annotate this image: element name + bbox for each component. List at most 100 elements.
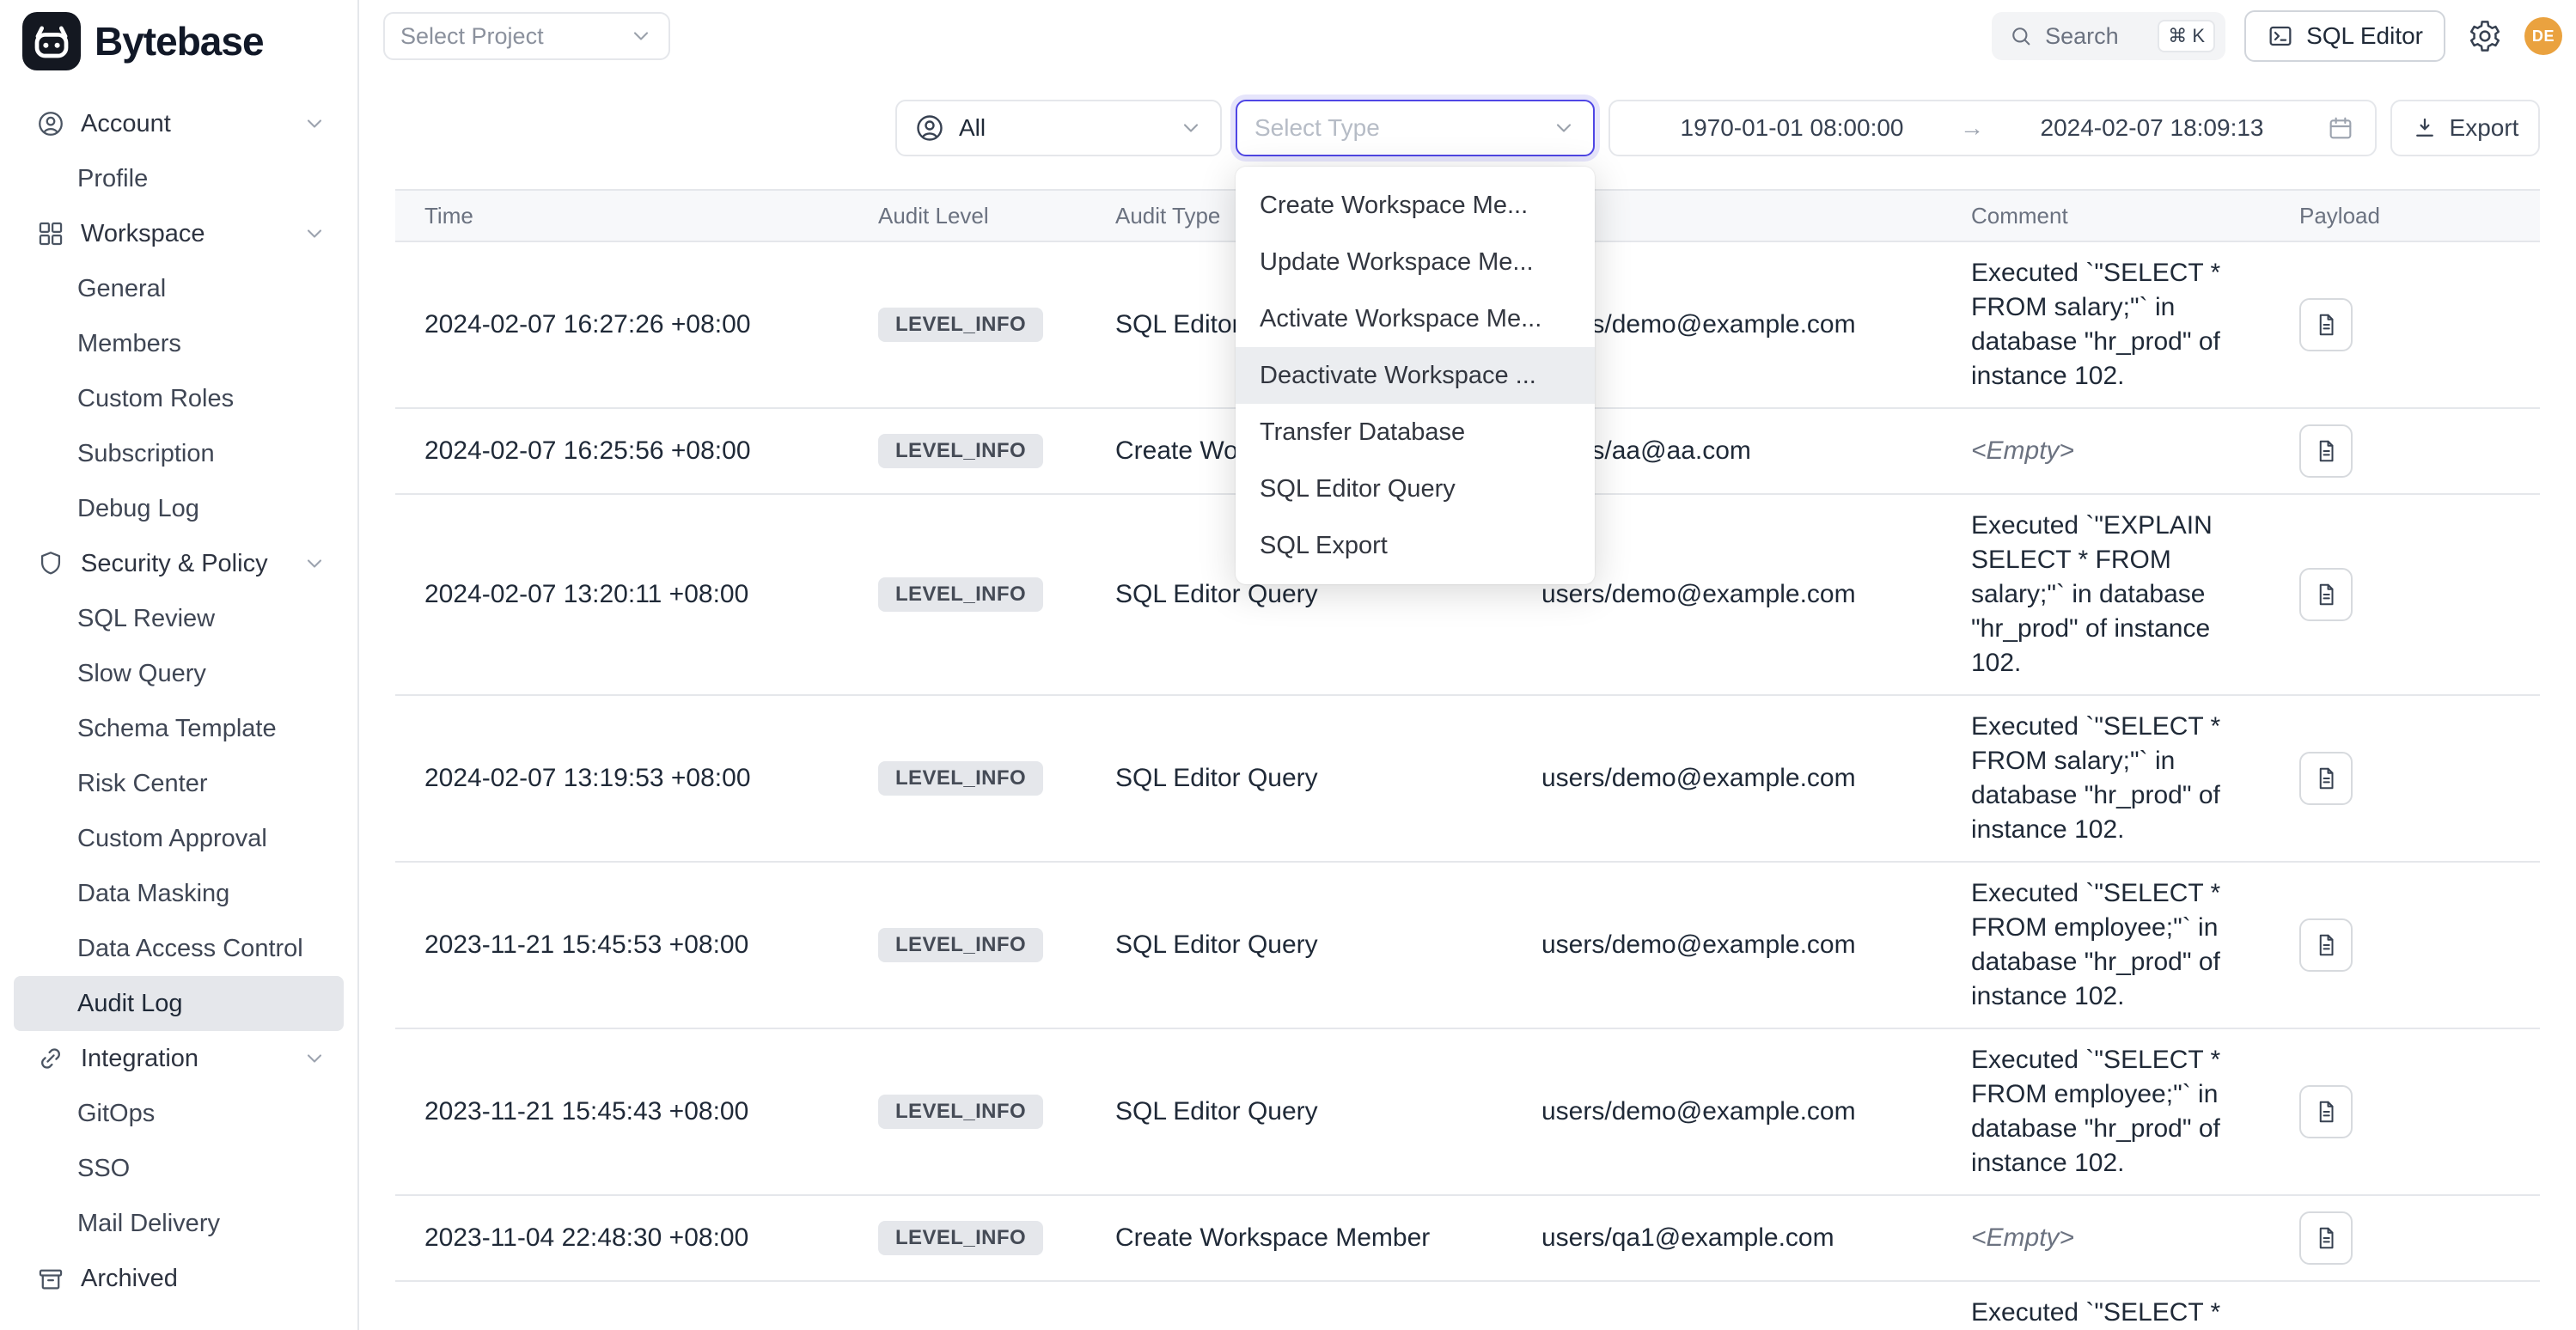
cell-actor: users/qa1@example.com bbox=[1541, 1223, 1971, 1253]
sidebar-item-data-masking[interactable]: Data Masking bbox=[14, 866, 344, 921]
search-button[interactable]: Search ⌘ K bbox=[1992, 12, 2225, 60]
sidebar-section-label: Integration bbox=[81, 1045, 198, 1073]
sidebar-item-custom-roles[interactable]: Custom Roles bbox=[14, 371, 344, 426]
sidebar-item-members[interactable]: Members bbox=[14, 316, 344, 371]
workspace-icon bbox=[36, 219, 65, 248]
sidebar-item-label: Custom Roles bbox=[77, 385, 234, 413]
search-placeholder: Search bbox=[2045, 23, 2119, 50]
actor-filter-select[interactable]: All bbox=[895, 100, 1222, 156]
type-filter-select[interactable]: Select Type bbox=[1236, 100, 1595, 156]
sql-editor-button[interactable]: SQL Editor bbox=[2244, 10, 2445, 62]
cell-actor: users/demo@example.com bbox=[1541, 1097, 1971, 1126]
sidebar-item-audit-log[interactable]: Audit Log bbox=[14, 976, 344, 1031]
sidebar-item-data-access-control[interactable]: Data Access Control bbox=[14, 921, 344, 976]
sidebar-section-security-policy[interactable]: Security & Policy bbox=[14, 536, 344, 591]
audit-level-badge: LEVEL_INFO bbox=[878, 928, 1043, 962]
actor-filter-value: All bbox=[959, 114, 986, 142]
dropdown-item-update-workspace-me[interactable]: Update Workspace Me... bbox=[1236, 234, 1595, 290]
chevron-down-icon bbox=[302, 112, 327, 136]
topbar: Select Project Search ⌘ K SQL bbox=[359, 0, 2576, 62]
date-range-picker[interactable]: 1970-01-01 08:00:00 → 2024-02-07 18:09:1… bbox=[1608, 100, 2377, 156]
date-from-value[interactable]: 1970-01-01 08:00:00 bbox=[1631, 114, 1953, 142]
user-icon bbox=[36, 109, 65, 138]
user-avatar[interactable]: DE bbox=[2524, 17, 2562, 55]
sidebar-item-label: Subscription bbox=[77, 440, 215, 468]
cell-time: 2024-02-07 16:25:56 +08:00 bbox=[395, 436, 878, 466]
dropdown-item-deactivate-workspace[interactable]: Deactivate Workspace ... bbox=[1236, 347, 1595, 404]
sidebar-item-debug-log[interactable]: Debug Log bbox=[14, 481, 344, 536]
bytebase-logo-icon bbox=[22, 12, 81, 70]
date-to-value[interactable]: 2024-02-07 18:09:13 bbox=[1991, 114, 2313, 142]
sidebar-item-slow-query[interactable]: Slow Query bbox=[14, 646, 344, 701]
cell-audit-level: LEVEL_INFO bbox=[878, 1095, 1115, 1129]
cell-actor: users/demo@example.com bbox=[1541, 764, 1971, 793]
payload-view-button[interactable] bbox=[2299, 752, 2353, 805]
chevron-down-icon bbox=[302, 552, 327, 576]
sidebar-item-sql-review[interactable]: SQL Review bbox=[14, 591, 344, 646]
sidebar-item-label: Audit Log bbox=[77, 990, 183, 1018]
payload-view-button[interactable] bbox=[2299, 568, 2353, 621]
cell-comment: Executed `"SELECT * FROM employee;"` in … bbox=[1971, 876, 2289, 1014]
sidebar-item-subscription[interactable]: Subscription bbox=[14, 426, 344, 481]
cell-audit-type: Create Workspace Member bbox=[1115, 1223, 1541, 1253]
dropdown-item-sql-export[interactable]: SQL Export bbox=[1236, 517, 1595, 574]
payload-view-button[interactable] bbox=[2299, 1211, 2353, 1265]
cell-audit-level: LEVEL_INFO bbox=[878, 1221, 1115, 1255]
dropdown-item-activate-workspace-me[interactable]: Activate Workspace Me... bbox=[1236, 290, 1595, 347]
user-circle-icon bbox=[914, 113, 945, 143]
app-root: Bytebase Account Profile WorkspaceGeneral M… bbox=[0, 0, 2576, 1330]
sidebar-item-risk-center[interactable]: Risk Center bbox=[14, 756, 344, 811]
sidebar-item-label: GitOps bbox=[77, 1100, 155, 1128]
sidebar-item-label: Slow Query bbox=[77, 660, 206, 688]
dropdown-item-sql-editor-query[interactable]: SQL Editor Query bbox=[1236, 461, 1595, 517]
shield-icon bbox=[36, 549, 65, 578]
sidebar-item-sso[interactable]: SSO bbox=[14, 1141, 344, 1196]
audit-level-badge: LEVEL_INFO bbox=[878, 308, 1043, 342]
dropdown-item-transfer-database[interactable]: Transfer Database bbox=[1236, 404, 1595, 461]
cell-payload bbox=[2289, 1085, 2540, 1138]
sidebar-item-gitops[interactable]: GitOps bbox=[14, 1086, 344, 1141]
sidebar-item-custom-approval[interactable]: Custom Approval bbox=[14, 811, 344, 866]
chevron-down-icon bbox=[1179, 116, 1203, 140]
sidebar-section-workspace[interactable]: Workspace bbox=[14, 206, 344, 261]
topbar-right: Search ⌘ K SQL Editor DE bbox=[1992, 10, 2562, 62]
logo-row[interactable]: Bytebase bbox=[0, 0, 357, 82]
column-header-actor: Actor bbox=[1541, 203, 1971, 229]
table-row: 2023-11-21 15:45:53 +08:00LEVEL_INFOSQL … bbox=[395, 863, 2540, 1029]
sidebar-item-profile[interactable]: Profile bbox=[14, 151, 344, 206]
link-icon bbox=[36, 1044, 65, 1073]
payload-view-button[interactable] bbox=[2299, 298, 2353, 351]
sidebar-item-general[interactable]: General bbox=[14, 261, 344, 316]
sidebar-item-label: Members bbox=[77, 330, 181, 358]
cell-payload bbox=[2289, 918, 2540, 972]
sidebar-item-schema-template[interactable]: Schema Template bbox=[14, 701, 344, 756]
chevron-down-icon bbox=[302, 222, 327, 246]
cell-time: 2023-11-04 22:48:30 +08:00 bbox=[395, 1223, 878, 1253]
sidebar-section-account[interactable]: Account bbox=[14, 96, 344, 151]
sidebar-item-label: Profile bbox=[77, 165, 148, 193]
export-label: Export bbox=[2450, 114, 2519, 142]
table-row: 2023-11-04 21:26:34 +08:00LEVEL_INFOSQL … bbox=[395, 1282, 2540, 1330]
cell-audit-type: SQL Editor Query bbox=[1115, 1097, 1541, 1126]
sidebar-section-integration[interactable]: Integration bbox=[14, 1031, 344, 1086]
project-select[interactable]: Select Project bbox=[383, 12, 670, 60]
sidebar-item-mail-delivery[interactable]: Mail Delivery bbox=[14, 1196, 344, 1251]
sql-editor-label: SQL Editor bbox=[2306, 22, 2423, 50]
settings-gear-icon[interactable] bbox=[2464, 15, 2506, 57]
column-header-time: Time bbox=[395, 203, 878, 229]
cell-comment: Executed `"SELECT * FROM employee;"` in … bbox=[1971, 1043, 2289, 1181]
cell-time: 2024-02-07 13:20:11 +08:00 bbox=[395, 580, 878, 609]
sidebar-item-label: SSO bbox=[77, 1155, 130, 1183]
cell-actor: users/demo@example.com bbox=[1541, 930, 1971, 960]
payload-view-button[interactable] bbox=[2299, 424, 2353, 478]
cell-payload bbox=[2289, 1211, 2540, 1265]
cell-time: 2023-11-21 15:45:43 +08:00 bbox=[395, 1097, 878, 1126]
export-button[interactable]: Export bbox=[2390, 100, 2540, 156]
payload-view-button[interactable] bbox=[2299, 1085, 2353, 1138]
dropdown-item-create-workspace-me[interactable]: Create Workspace Me... bbox=[1236, 177, 1595, 234]
cell-audit-level: LEVEL_INFO bbox=[878, 434, 1115, 468]
main-area: Select Project Search ⌘ K SQL bbox=[359, 0, 2576, 1330]
sidebar-item-label: Risk Center bbox=[77, 770, 208, 798]
sidebar-section-archived[interactable]: Archived bbox=[14, 1251, 344, 1306]
payload-view-button[interactable] bbox=[2299, 918, 2353, 972]
